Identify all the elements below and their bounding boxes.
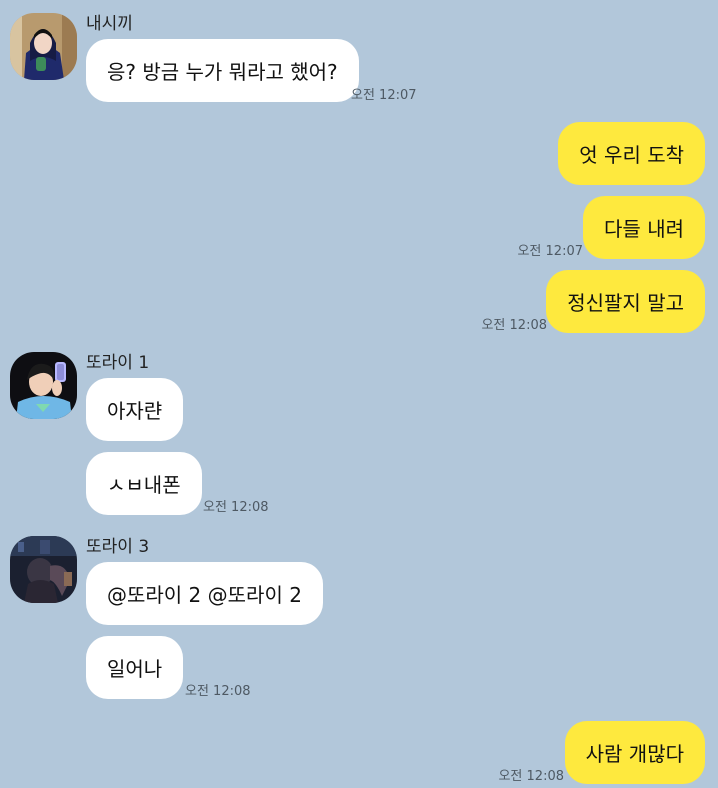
avatar[interactable] (10, 536, 77, 603)
message-bubble[interactable]: @또라이 2 @또라이 2 (86, 562, 323, 625)
message-time: 오전 12:08 (203, 500, 269, 515)
sender-name: 또라이 3 (86, 537, 150, 557)
message-time: 오전 12:08 (185, 684, 251, 699)
profile-photo-dark-night (10, 536, 77, 603)
profile-photo-mirror-selfie (10, 352, 77, 419)
profile-photo-hooded-girl (10, 13, 77, 80)
message-time: 오전 12:07 (351, 88, 417, 103)
message-bubble[interactable]: 정신팔지 말고 (546, 270, 705, 333)
message-bubble[interactable]: 엇 우리 도착 (558, 122, 705, 185)
message-time: 오전 12:08 (498, 769, 564, 784)
avatar[interactable] (10, 13, 77, 80)
sender-name: 또라이 1 (86, 353, 150, 373)
message-bubble[interactable]: 일어나 (86, 636, 184, 699)
message-bubble[interactable]: 응? 방금 누가 뭐라고 했어? (86, 39, 359, 102)
message-bubble[interactable]: 아자랸 (86, 378, 184, 441)
message-bubble[interactable]: 다들 내려 (583, 196, 705, 259)
message-bubble[interactable]: 사람 개많다 (564, 721, 705, 784)
avatar[interactable] (10, 352, 77, 419)
message-time: 오전 12:07 (517, 244, 583, 259)
message-bubble[interactable]: ㅅㅂ내폰 (86, 452, 202, 515)
sender-name: 내시끼 (86, 14, 133, 34)
message-time: 오전 12:08 (481, 318, 547, 333)
